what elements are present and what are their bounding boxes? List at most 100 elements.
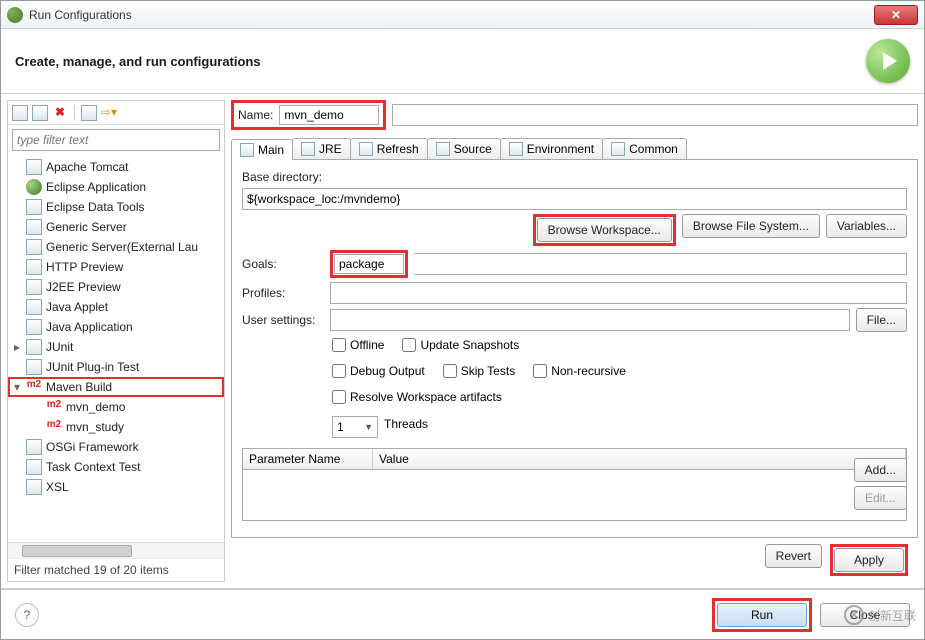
tab-refresh[interactable]: Refresh	[350, 138, 428, 159]
common-tab-icon	[611, 142, 625, 156]
new-config-icon[interactable]	[12, 105, 28, 121]
delete-config-icon[interactable]: ✖	[52, 105, 68, 121]
variables-button[interactable]: Variables...	[826, 214, 907, 238]
run-highlight: Run	[712, 598, 812, 632]
expand-icon[interactable]: ▸	[12, 340, 22, 354]
tab-jre[interactable]: JRE	[292, 138, 351, 159]
tree-item[interactable]: J2EE Preview	[8, 277, 224, 297]
resolve-ws-check[interactable]: Resolve Workspace artifacts	[332, 390, 502, 404]
filter-box	[12, 129, 220, 151]
jre-tab-icon	[301, 142, 315, 156]
apply-button[interactable]: Apply	[834, 548, 904, 572]
osgi-icon	[26, 439, 42, 455]
tree-item[interactable]: Java Application	[8, 317, 224, 337]
tree-toolbar: ✖ ⇨▾	[8, 101, 224, 125]
collapse-all-icon[interactable]	[81, 105, 97, 121]
tree-item[interactable]: ▾m2Maven Build	[8, 377, 224, 397]
tree-item-label: OSGi Framework	[46, 440, 139, 454]
tabs: Main JRERefreshSourceEnvironment Common	[231, 138, 918, 160]
env-tab-icon	[509, 142, 523, 156]
scrollbar-thumb[interactable]	[22, 545, 132, 557]
tab-main[interactable]: Main	[231, 139, 293, 160]
source-tab-icon	[436, 142, 450, 156]
tree-item[interactable]: Eclipse Application	[8, 177, 224, 197]
tree-item[interactable]: JUnit Plug-in Test	[8, 357, 224, 377]
tree-item[interactable]: Generic Server(External Lau	[8, 237, 224, 257]
name-input[interactable]	[279, 105, 379, 125]
debug-output-check[interactable]: Debug Output	[332, 364, 425, 378]
parameter-table-body[interactable]	[243, 470, 906, 520]
tree-item-label: Java Applet	[46, 300, 108, 314]
tab-common[interactable]: Common	[602, 138, 687, 159]
refresh-tab-icon	[359, 142, 373, 156]
run-button[interactable]: Run	[717, 603, 807, 627]
chevron-down-icon: ▼	[364, 422, 373, 432]
watermark-icon: X	[844, 605, 864, 625]
xsl-icon	[26, 479, 42, 495]
threads-label: Threads	[384, 417, 428, 431]
http-icon	[26, 259, 42, 275]
profiles-input[interactable]	[330, 282, 907, 304]
browse-filesystem-button[interactable]: Browse File System...	[682, 214, 820, 238]
update-snapshots-check[interactable]: Update Snapshots	[402, 338, 519, 352]
tree-item-label: HTTP Preview	[46, 260, 123, 274]
tree-item[interactable]: HTTP Preview	[8, 257, 224, 277]
tree-item[interactable]: m2mvn_demo	[8, 397, 224, 417]
horizontal-scrollbar[interactable]	[8, 542, 224, 558]
tree-item-label: Java Application	[46, 320, 133, 334]
app-icon	[7, 7, 23, 23]
tab-label: Common	[629, 142, 678, 156]
threads-spinner[interactable]: 1▼	[332, 416, 378, 438]
param-col-name[interactable]: Parameter Name	[243, 449, 373, 469]
m2-icon: m2	[46, 399, 62, 415]
close-button[interactable]: ✕	[874, 5, 918, 25]
tree-item[interactable]: Java Applet	[8, 297, 224, 317]
revert-button[interactable]: Revert	[765, 544, 822, 568]
tab-label: Main	[258, 143, 284, 157]
tree-item-label: Eclipse Data Tools	[46, 200, 145, 214]
duplicate-config-icon[interactable]	[32, 105, 48, 121]
expand-icon[interactable]: ▾	[12, 380, 22, 394]
tree-item[interactable]: ▸JUnit	[8, 337, 224, 357]
tree-item[interactable]: Task Context Test	[8, 457, 224, 477]
name-row: Name:	[231, 100, 918, 130]
tree-item[interactable]: m2mvn_study	[8, 417, 224, 437]
tab-environment[interactable]: Environment	[500, 138, 603, 159]
non-recursive-check[interactable]: Non-recursive	[533, 364, 626, 378]
applet-icon	[26, 299, 42, 315]
add-param-button[interactable]: Add...	[854, 458, 907, 482]
tree-item[interactable]: XSL	[8, 477, 224, 497]
filter-match-status: Filter matched 19 of 20 items	[8, 558, 224, 581]
tree-item[interactable]: Generic Server	[8, 217, 224, 237]
skip-tests-check[interactable]: Skip Tests	[443, 364, 515, 378]
config-tree-panel: ✖ ⇨▾ Apache TomcatEclipse Application Ecl…	[7, 100, 225, 582]
filter-dropdown-icon[interactable]: ⇨▾	[101, 105, 117, 121]
tree-item-label: Generic Server	[46, 220, 127, 234]
basedir-input[interactable]	[242, 188, 907, 210]
goals-input-ext[interactable]	[414, 253, 907, 275]
tree-item-label: Task Context Test	[46, 460, 141, 474]
param-buttons: Add... Edit...	[854, 458, 907, 510]
checkbox-group: Offline Update Snapshots Debug Output Sk…	[332, 338, 907, 404]
tree-item[interactable]: Apache Tomcat	[8, 157, 224, 177]
tree-item-label: JUnit Plug-in Test	[46, 360, 139, 374]
header-text: Create, manage, and run configurations	[15, 54, 866, 69]
parameter-table-header: Parameter Name Value	[243, 449, 906, 470]
main-tab-form: Base directory: Browse Workspace... Brow…	[231, 160, 918, 538]
browse-workspace-button[interactable]: Browse Workspace...	[537, 218, 672, 242]
goals-highlight	[330, 250, 408, 278]
usersettings-input[interactable]	[330, 309, 850, 331]
tree-item[interactable]: OSGi Framework	[8, 437, 224, 457]
tree-item[interactable]: Eclipse Data Tools	[8, 197, 224, 217]
file-button[interactable]: File...	[856, 308, 907, 332]
goals-input[interactable]	[334, 254, 404, 274]
server-icon	[26, 219, 42, 235]
filter-input[interactable]	[12, 129, 220, 151]
help-button[interactable]: ?	[15, 603, 39, 627]
tab-source[interactable]: Source	[427, 138, 501, 159]
config-tree[interactable]: Apache TomcatEclipse Application Eclipse …	[8, 155, 224, 542]
name-input-ext[interactable]	[392, 104, 918, 126]
offline-check[interactable]: Offline	[332, 338, 384, 352]
param-col-value[interactable]: Value	[373, 449, 906, 469]
main-tab-icon	[240, 143, 254, 157]
